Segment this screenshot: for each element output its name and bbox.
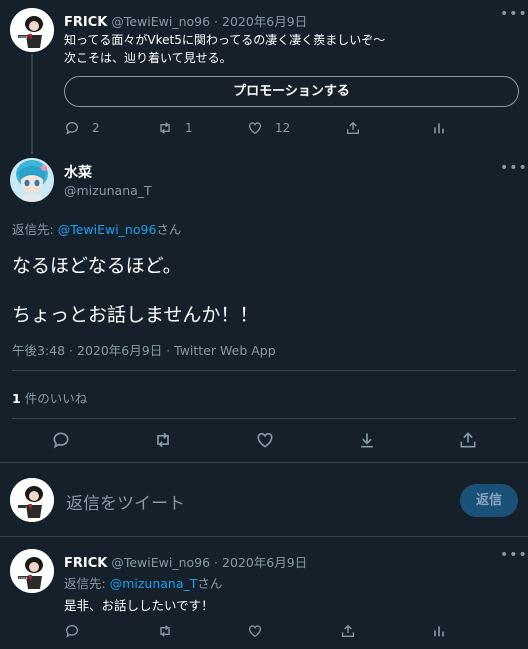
prev-reply-action[interactable]: 2 bbox=[64, 120, 100, 136]
retweet-icon bbox=[160, 625, 170, 637]
share-icon bbox=[460, 432, 476, 448]
svg-text:FRICK: FRICK bbox=[19, 35, 29, 39]
reply-reply-to-suffix: さん bbox=[197, 576, 223, 591]
main-handle[interactable]: @mizunana_T bbox=[64, 183, 152, 198]
prev-date[interactable]: 2020年6月9日 bbox=[222, 14, 307, 29]
prev-retweet-count: 1 bbox=[185, 121, 193, 135]
prev-analytics-action[interactable] bbox=[431, 120, 447, 136]
prev-like-count: 12 bbox=[275, 121, 291, 135]
tweet-thread: FRICK FRICK @TewiEwi_no96 · 2020年6月9日 ••… bbox=[0, 0, 528, 649]
reply-reply-to-prefix: 返信先: bbox=[64, 576, 110, 591]
reply-reply-to: 返信先: @mizunana_Tさん bbox=[64, 573, 222, 592]
main-reply-to-prefix: 返信先: bbox=[12, 222, 58, 237]
prev-like-action[interactable]: 12 bbox=[247, 120, 290, 136]
likes-summary[interactable]: 1 件のいいね bbox=[12, 388, 87, 407]
main-more-icon[interactable]: ••• bbox=[500, 160, 528, 176]
main-reply-to: 返信先: @TewiEwi_no96さん bbox=[12, 219, 181, 238]
prev-handle[interactable]: @TewiEwi_no96 bbox=[111, 14, 210, 29]
retweet-icon bbox=[157, 432, 169, 448]
main-share-action[interactable] bbox=[458, 430, 478, 450]
reply-icon bbox=[66, 625, 78, 638]
analytics-icon bbox=[434, 123, 444, 134]
prev-display-name[interactable]: FRICK bbox=[64, 15, 107, 30]
compose-avatar[interactable] bbox=[10, 478, 54, 522]
reply-reply-to-handle[interactable]: @mizunana_T bbox=[110, 576, 198, 591]
reply-like-action[interactable] bbox=[247, 623, 263, 639]
main-reply-to-suffix: さん bbox=[156, 222, 182, 237]
reply-reply-action[interactable] bbox=[64, 623, 80, 639]
prev-separator: · bbox=[214, 14, 219, 29]
reply-separator: · bbox=[214, 555, 219, 570]
main-tweet-meta[interactable]: 午後3:48 · 2020年6月9日 · Twitter Web App bbox=[12, 340, 276, 359]
reply-analytics-action[interactable] bbox=[431, 623, 447, 639]
divider bbox=[12, 370, 516, 371]
prev-tweet-text: 知ってる面々がVket5に関わってるの凄く凄く羨ましいぞ〜 次こそは、辿り着いて… bbox=[64, 31, 385, 67]
bookmark-icon bbox=[361, 433, 373, 448]
reply-date[interactable]: 2020年6月9日 bbox=[222, 555, 307, 570]
likes-count: 1 bbox=[12, 391, 21, 406]
likes-label: 件のいいね bbox=[24, 391, 88, 406]
main-display-name-wrap: 水菜 bbox=[64, 162, 92, 182]
reply-tweet-text: 是非、お話ししたいです！ bbox=[64, 598, 214, 613]
share-icon bbox=[342, 624, 354, 637]
main-display-name[interactable]: 水菜 bbox=[64, 165, 92, 181]
frick-avatar[interactable]: FRICK bbox=[10, 8, 54, 52]
reply-handle[interactable]: @TewiEwi_no96 bbox=[111, 555, 210, 570]
reply-icon bbox=[53, 432, 69, 449]
like-icon bbox=[257, 432, 273, 448]
main-bookmark-action[interactable] bbox=[357, 430, 377, 450]
prev-reply-count: 2 bbox=[92, 121, 100, 135]
prev-text-line2: 次こそは、辿り着いて見せる。 bbox=[64, 51, 232, 65]
reply-retweet-action[interactable] bbox=[157, 623, 173, 639]
prev-share-action[interactable] bbox=[345, 120, 361, 136]
thread-line bbox=[31, 54, 33, 154]
like-icon bbox=[249, 625, 261, 638]
divider bbox=[0, 462, 528, 463]
main-text-line1: なるほどなるほど。 bbox=[12, 255, 182, 277]
main-reply-action[interactable] bbox=[51, 430, 71, 450]
reply-button[interactable]: 返信 bbox=[460, 484, 518, 517]
main-text-line2: ちょっとお話しませんか！！ bbox=[12, 304, 259, 326]
retweet-icon bbox=[160, 122, 170, 134]
reply-frick-avatar[interactable]: FRICK bbox=[10, 549, 54, 593]
svg-text:FRICK: FRICK bbox=[19, 576, 29, 580]
share-icon bbox=[347, 121, 359, 134]
mizuna-avatar[interactable] bbox=[10, 158, 54, 202]
reply-share-action[interactable] bbox=[340, 623, 356, 639]
prev-retweet-action[interactable]: 1 bbox=[157, 120, 193, 136]
divider bbox=[12, 418, 516, 419]
reply-icon bbox=[66, 122, 78, 135]
prev-text-line1: 知ってる面々がVket5に関わってるの凄く凄く羨ましいぞ〜 bbox=[64, 33, 386, 47]
reply-input[interactable]: 返信をツイート bbox=[66, 489, 185, 514]
analytics-icon bbox=[434, 626, 444, 637]
main-like-action[interactable] bbox=[255, 430, 275, 450]
promote-button[interactable]: プロモーションする bbox=[64, 76, 519, 107]
main-reply-to-handle[interactable]: @TewiEwi_no96 bbox=[58, 222, 157, 237]
reply-more-icon[interactable]: ••• bbox=[500, 547, 528, 563]
prev-more-icon[interactable]: ••• bbox=[500, 6, 528, 22]
prev-tweet-header: FRICK @TewiEwi_no96 · 2020年6月9日 bbox=[64, 11, 307, 30]
like-icon bbox=[249, 122, 261, 135]
reply-tweet-header: FRICK @TewiEwi_no96 · 2020年6月9日 bbox=[64, 552, 307, 571]
reply-display-name[interactable]: FRICK bbox=[64, 556, 107, 571]
main-retweet-action[interactable] bbox=[153, 430, 173, 450]
divider bbox=[0, 536, 528, 537]
